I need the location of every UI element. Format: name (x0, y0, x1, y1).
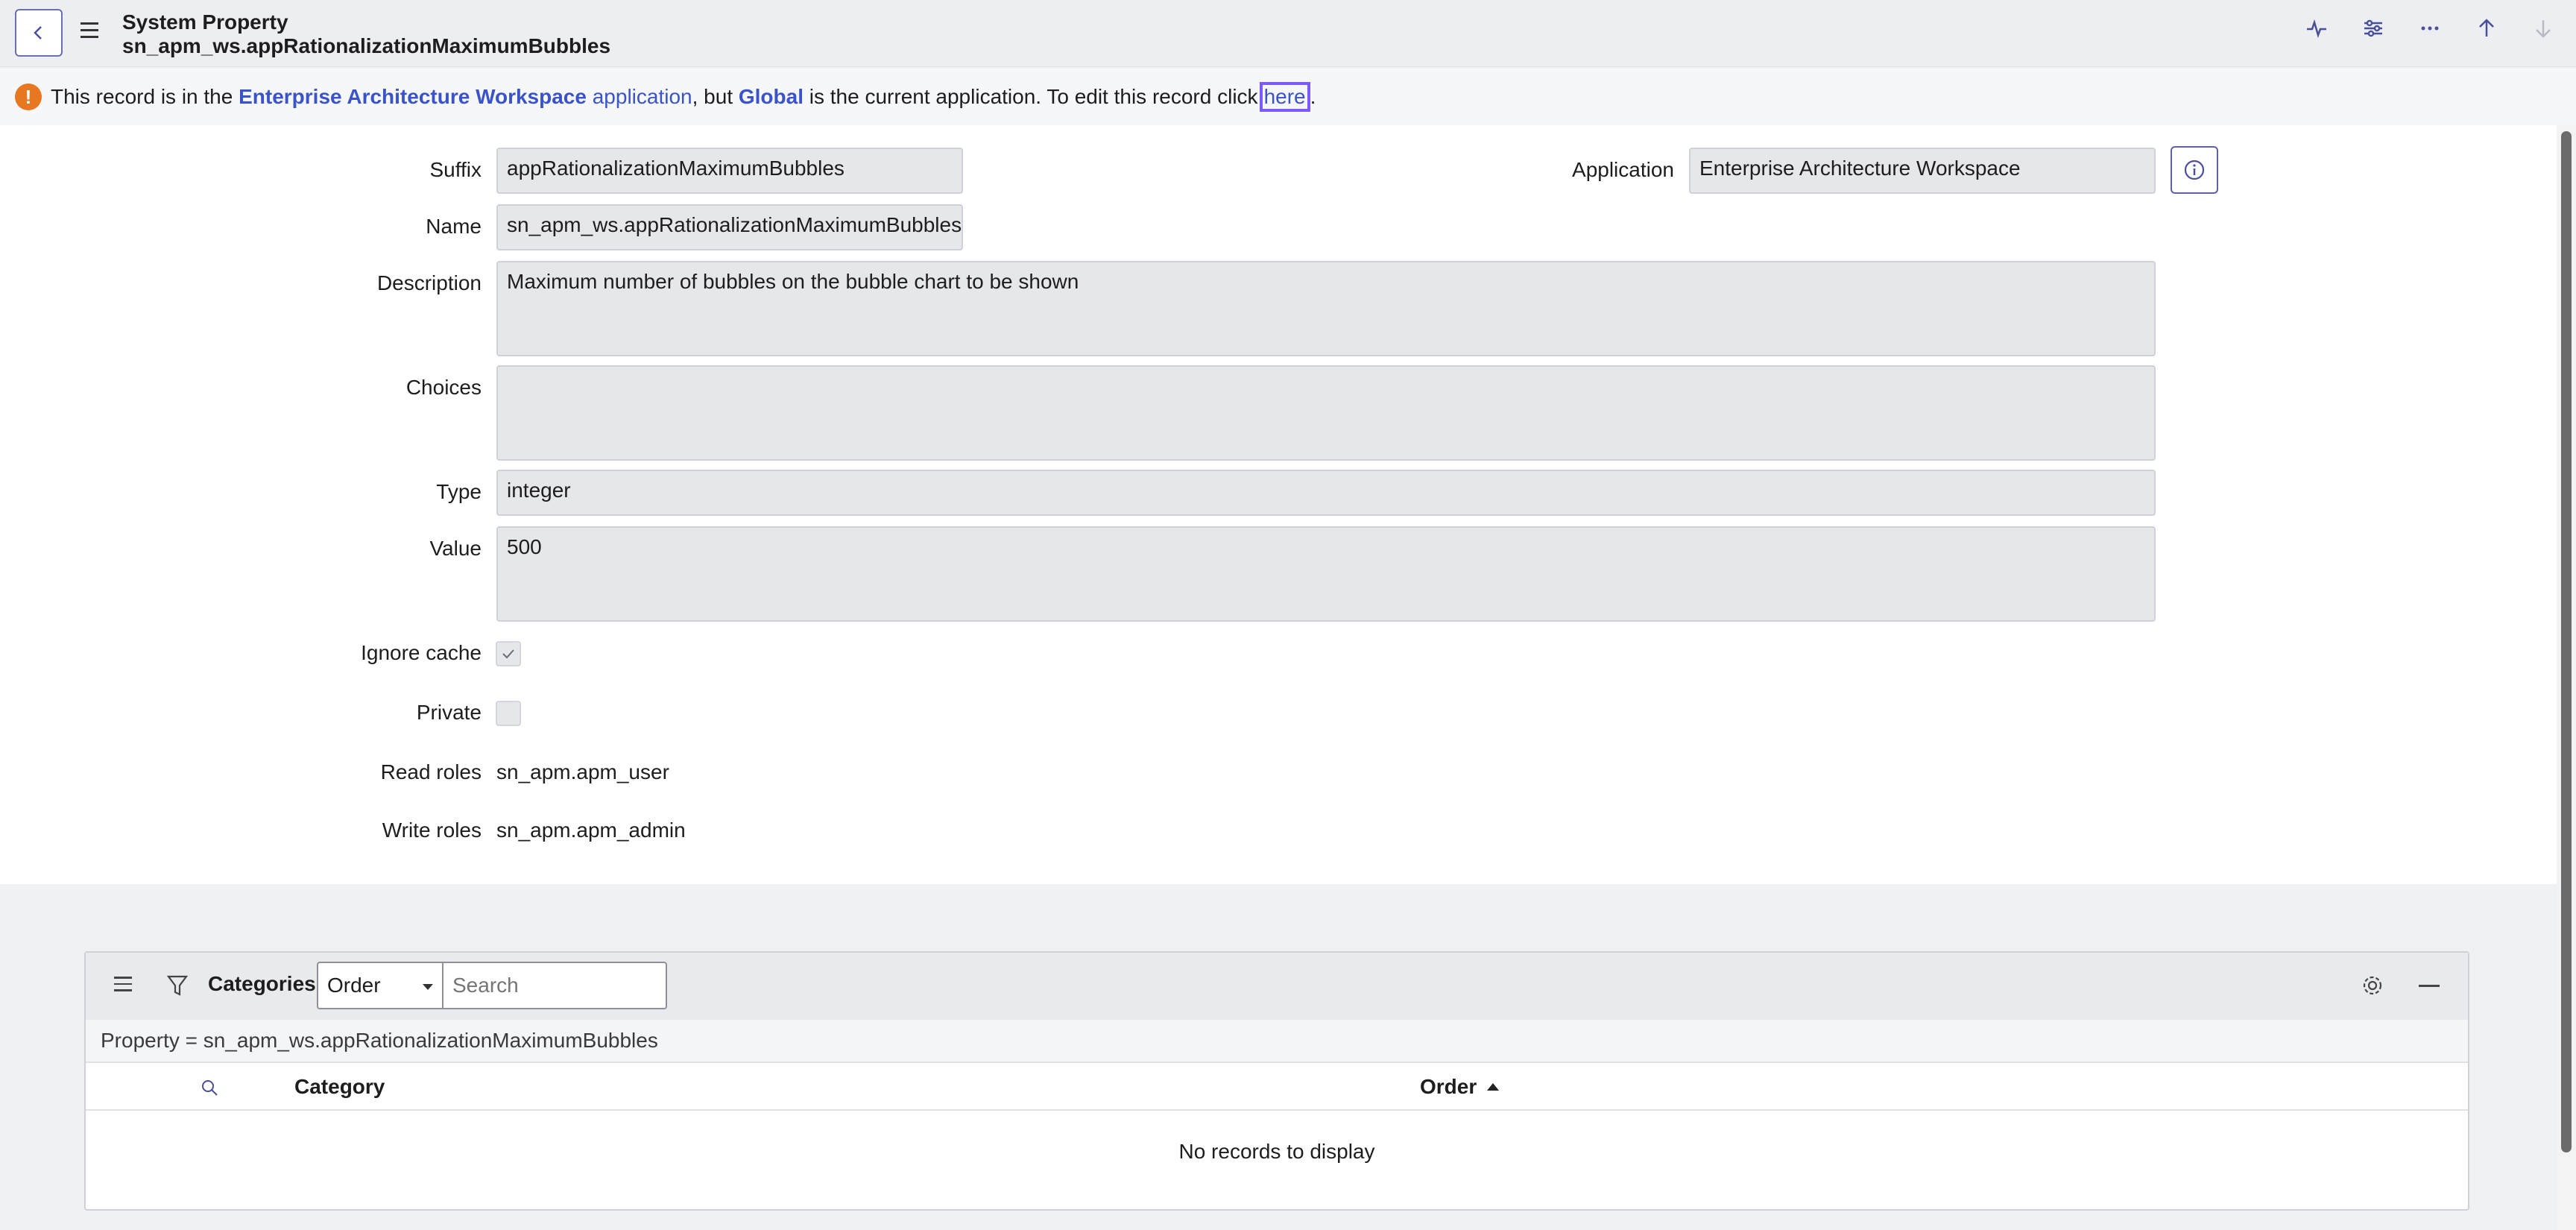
list-menu-icon[interactable] (114, 977, 132, 991)
gear-icon[interactable] (2361, 974, 2384, 997)
write-roles-label: Write roles (382, 819, 482, 842)
scope-notice: ! This record is in the Enterprise Archi… (0, 69, 2576, 125)
description-field[interactable]: Maximum number of bubbles on the bubble … (496, 261, 2156, 356)
column-header-row: Category Order (86, 1062, 2468, 1111)
info-button[interactable] (2171, 146, 2218, 194)
value-label: Value (429, 537, 482, 560)
form-header: System Property sn_apm_ws.appRationaliza… (0, 0, 2576, 67)
name-label: Name (426, 215, 482, 238)
more-icon[interactable] (2418, 16, 2442, 40)
description-label: Description (376, 271, 482, 294)
application-field[interactable]: Enterprise Architecture Workspace (1689, 148, 2156, 194)
arrow-up-icon[interactable] (2475, 16, 2498, 40)
notice-suffix: is the current application. To edit this… (809, 85, 1258, 108)
read-roles-label: Read roles (380, 760, 482, 783)
chevron-left-icon (34, 26, 42, 40)
page-subtitle: sn_apm_ws.appRationalizationMaximumBubbl… (122, 34, 611, 57)
hamburger-icon[interactable] (80, 22, 103, 42)
notice-app-word[interactable]: application (593, 85, 692, 109)
warning-icon: ! (15, 83, 42, 110)
back-button[interactable] (15, 9, 63, 57)
sort-select[interactable]: Order (317, 962, 443, 1009)
read-roles-value: sn_apm.apm_user (496, 760, 669, 783)
sliders-icon[interactable] (2361, 16, 2385, 40)
notice-mid: , but (692, 85, 733, 108)
private-checkbox[interactable] (496, 701, 521, 726)
search-icon[interactable] (200, 1078, 219, 1097)
page-title: System Property (122, 10, 288, 34)
categories-related-list: Categories Order Property = sn_apm_ws.ap… (84, 951, 2469, 1211)
minimize-icon[interactable] (2419, 985, 2440, 987)
write-roles-value: sn_apm.apm_admin (496, 819, 686, 842)
notice-prefix: This record is in the (51, 85, 233, 108)
activity-icon[interactable] (2305, 16, 2329, 40)
notice-current-app-link[interactable]: Global (739, 85, 804, 109)
notice-end: . (1310, 85, 1316, 108)
suffix-field[interactable]: appRationalizationMaximumBubbles (496, 148, 963, 194)
header-actions (2305, 16, 2555, 40)
type-label: Type (436, 480, 482, 503)
suffix-label: Suffix (429, 158, 482, 181)
sort-asc-icon (1487, 1083, 1500, 1091)
ignore-cache-checkbox[interactable] (496, 641, 521, 666)
sort-select-value: Order (327, 974, 381, 997)
scrollbar-thumb[interactable] (2561, 131, 2572, 1152)
check-icon (502, 649, 514, 659)
filter-icon[interactable] (166, 974, 189, 997)
type-field[interactable]: integer (496, 470, 2156, 516)
choices-field[interactable] (496, 365, 2156, 461)
column-header-order[interactable]: Order (1420, 1075, 1500, 1099)
notice-here-link[interactable]: here (1259, 82, 1310, 112)
search-input[interactable] (443, 962, 667, 1009)
column-header-order-label: Order (1420, 1075, 1477, 1098)
caret-down-icon (423, 984, 433, 990)
related-list-title: Categories (208, 972, 316, 995)
breadcrumb-filter[interactable]: Property = sn_apm_ws.appRationalizationM… (86, 1020, 2468, 1062)
title-block: System Property sn_apm_ws.appRationaliza… (122, 10, 610, 58)
info-icon (2184, 160, 2205, 180)
empty-state: No records to display (1178, 1140, 1375, 1163)
column-header-category[interactable]: Category (294, 1075, 385, 1099)
choices-label: Choices (405, 376, 482, 399)
ignore-cache-label: Ignore cache (361, 641, 482, 664)
related-list-header: Categories Order (86, 953, 2468, 1020)
notice-app-link[interactable]: Enterprise Architecture Workspace (239, 85, 587, 109)
arrow-down-icon[interactable] (2531, 16, 2555, 40)
application-label: Application (1572, 158, 1674, 181)
form-body: Suffix appRationalizationMaximumBubbles … (0, 125, 2557, 884)
private-label: Private (416, 701, 482, 724)
value-field[interactable]: 500 (496, 526, 2156, 622)
name-field[interactable]: sn_apm_ws.appRationalizationMaximumBubbl… (496, 204, 963, 250)
